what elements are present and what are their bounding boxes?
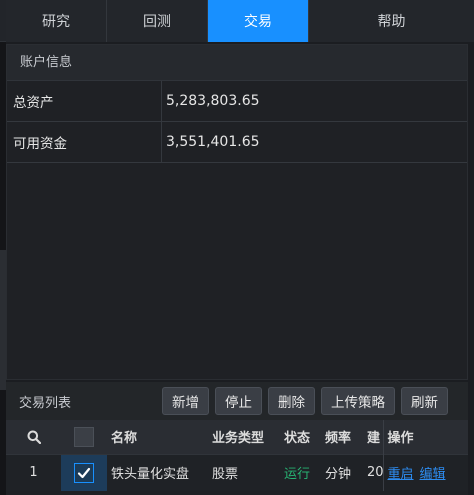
restart-link[interactable]: 重启 xyxy=(388,467,414,482)
top-tab-bar: 研究 回测 交易 帮助 xyxy=(0,0,474,42)
search-column-header[interactable] xyxy=(6,420,61,454)
available-funds-label: 可用资金 xyxy=(7,122,162,162)
total-assets-value: 5,283,803.65 xyxy=(166,93,260,109)
checkmark-icon xyxy=(77,467,91,478)
column-header-created[interactable]: 建 xyxy=(363,420,383,454)
stop-button[interactable]: 停止 xyxy=(215,387,262,415)
row-frequency: 分钟 xyxy=(321,453,363,491)
trade-list-title: 交易列表 xyxy=(19,395,72,411)
table-header-row: 名称 业务类型 状态 频率 建 操作 xyxy=(6,420,468,454)
search-icon[interactable] xyxy=(27,430,41,444)
column-header-type[interactable]: 业务类型 xyxy=(208,420,280,454)
account-info-panel: 账户信息 总资产 5,283,803.65 可用资金 3,551,401.65 xyxy=(6,44,468,380)
row-type: 股票 xyxy=(208,453,280,491)
tab-trade[interactable]: 交易 xyxy=(208,0,309,42)
trade-table: 名称 业务类型 状态 频率 建 操作 1 铁头量化实盘 股票 运行 分钟 20 … xyxy=(6,420,468,491)
row-select-cell[interactable] xyxy=(61,453,107,491)
row-operations: 重启 编辑 xyxy=(382,453,468,491)
row-checkbox[interactable] xyxy=(74,462,94,483)
table-row[interactable]: 1 铁头量化实盘 股票 运行 分钟 20 重启 编辑 xyxy=(6,453,468,491)
tab-backtest[interactable]: 回测 xyxy=(107,0,208,42)
row-index: 1 xyxy=(6,453,61,491)
row-created: 20 xyxy=(363,453,383,491)
select-all-checkbox[interactable] xyxy=(74,426,94,447)
delete-button[interactable]: 删除 xyxy=(268,387,315,415)
column-header-status[interactable]: 状态 xyxy=(280,420,321,454)
total-assets-label: 总资产 xyxy=(7,81,162,121)
edit-link[interactable]: 编辑 xyxy=(420,467,446,482)
trade-list-toolbar: 交易列表 新增 停止 删除 上传策略 刷新 xyxy=(6,382,468,420)
upload-strategy-button[interactable]: 上传策略 xyxy=(321,387,395,415)
tab-help[interactable]: 帮助 xyxy=(309,0,474,42)
column-header-frequency[interactable]: 频率 xyxy=(321,420,363,454)
refresh-button[interactable]: 刷新 xyxy=(401,387,448,415)
row-status: 运行 xyxy=(280,453,321,491)
trade-list-panel: 交易列表 新增 停止 删除 上传策略 刷新 名称 业务类型 状态 频率 建 操作… xyxy=(6,382,468,495)
row-name: 铁头量化实盘 xyxy=(107,453,208,491)
total-assets-row: 总资产 5,283,803.65 xyxy=(7,81,467,122)
account-info-title: 账户信息 xyxy=(7,45,467,81)
tab-research[interactable]: 研究 xyxy=(6,0,107,42)
available-funds-value: 3,551,401.65 xyxy=(166,134,260,150)
select-all-header[interactable] xyxy=(61,420,107,454)
available-funds-row: 可用资金 3,551,401.65 xyxy=(7,122,467,163)
column-header-operations: 操作 xyxy=(382,420,468,454)
column-header-name[interactable]: 名称 xyxy=(107,420,208,454)
add-button[interactable]: 新增 xyxy=(162,387,209,415)
